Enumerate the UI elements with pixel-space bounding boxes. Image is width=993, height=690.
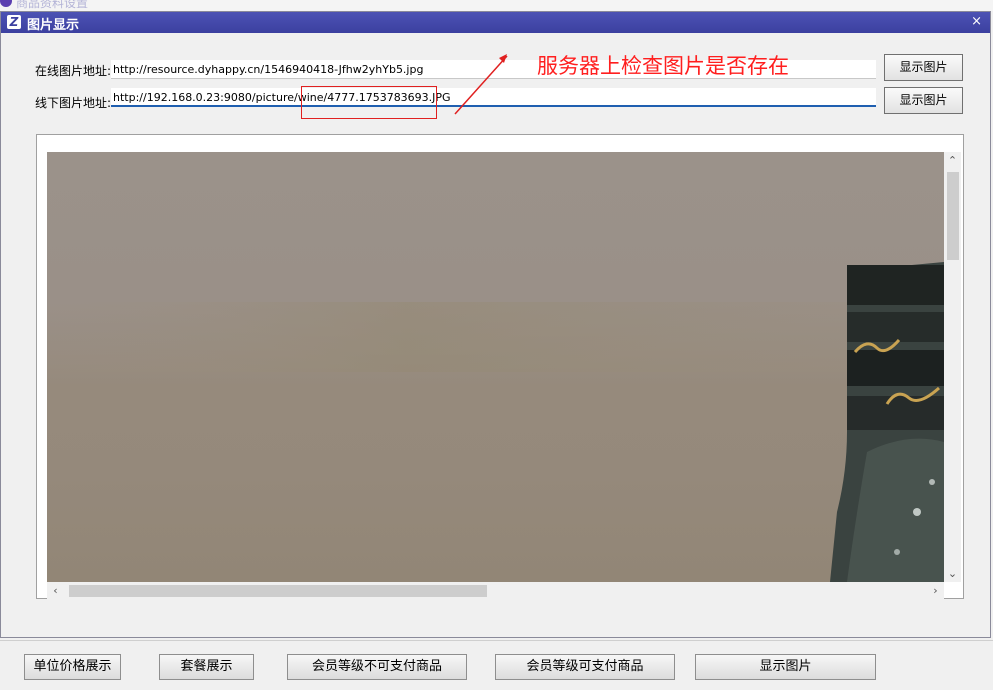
offline-url-label: 线下图片地址: bbox=[35, 96, 112, 110]
horizontal-scroll-thumb[interactable] bbox=[69, 585, 487, 597]
window-title: 图片显示 bbox=[27, 18, 80, 33]
unit-price-button[interactable]: 单位价格展示 bbox=[24, 654, 121, 680]
annotation-arrow-icon bbox=[454, 54, 508, 115]
background-window-strip: 商品资料设置 bbox=[0, 0, 993, 11]
app-logo-icon bbox=[0, 0, 12, 7]
background-window-title: 商品资料设置 bbox=[16, 0, 89, 10]
annotation-text: 服务器上检查图片是否存在 bbox=[537, 54, 789, 78]
vertical-scroll-thumb[interactable] bbox=[947, 172, 959, 260]
package-button[interactable]: 套餐展示 bbox=[159, 654, 254, 680]
member-not-payable-button[interactable]: 会员等级不可支付商品 bbox=[287, 654, 467, 680]
scroll-down-icon[interactable]: ⌄ bbox=[944, 565, 961, 582]
scroll-up-icon[interactable]: ⌃ bbox=[944, 152, 961, 169]
image-viewer: ⌃ ⌄ ‹ › bbox=[36, 134, 964, 599]
show-online-image-button[interactable]: 显示图片 bbox=[884, 54, 963, 81]
vertical-scrollbar[interactable]: ⌃ ⌄ bbox=[944, 152, 961, 582]
show-image-button[interactable]: 显示图片 bbox=[695, 654, 876, 680]
app-z-icon: Z bbox=[7, 15, 21, 29]
scroll-left-icon[interactable]: ‹ bbox=[47, 582, 64, 599]
image-display-dialog: Z 图片显示 × 在线图片地址: http://resource.dyhappy… bbox=[0, 11, 991, 638]
wine-bottle-image bbox=[47, 152, 944, 582]
scroll-right-icon[interactable]: › bbox=[927, 582, 944, 599]
horizontal-scrollbar[interactable]: ‹ › bbox=[47, 582, 944, 599]
titlebar[interactable]: Z 图片显示 × bbox=[1, 12, 990, 33]
annotation-highlight-box bbox=[301, 86, 437, 119]
bottom-toolbar: 单位价格展示 套餐展示 会员等级不可支付商品 会员等级可支付商品 显示图片 bbox=[0, 640, 993, 690]
close-icon[interactable]: × bbox=[971, 14, 982, 29]
member-payable-button[interactable]: 会员等级可支付商品 bbox=[495, 654, 675, 680]
show-offline-image-button[interactable]: 显示图片 bbox=[884, 87, 963, 114]
online-url-label: 在线图片地址: bbox=[35, 64, 112, 78]
